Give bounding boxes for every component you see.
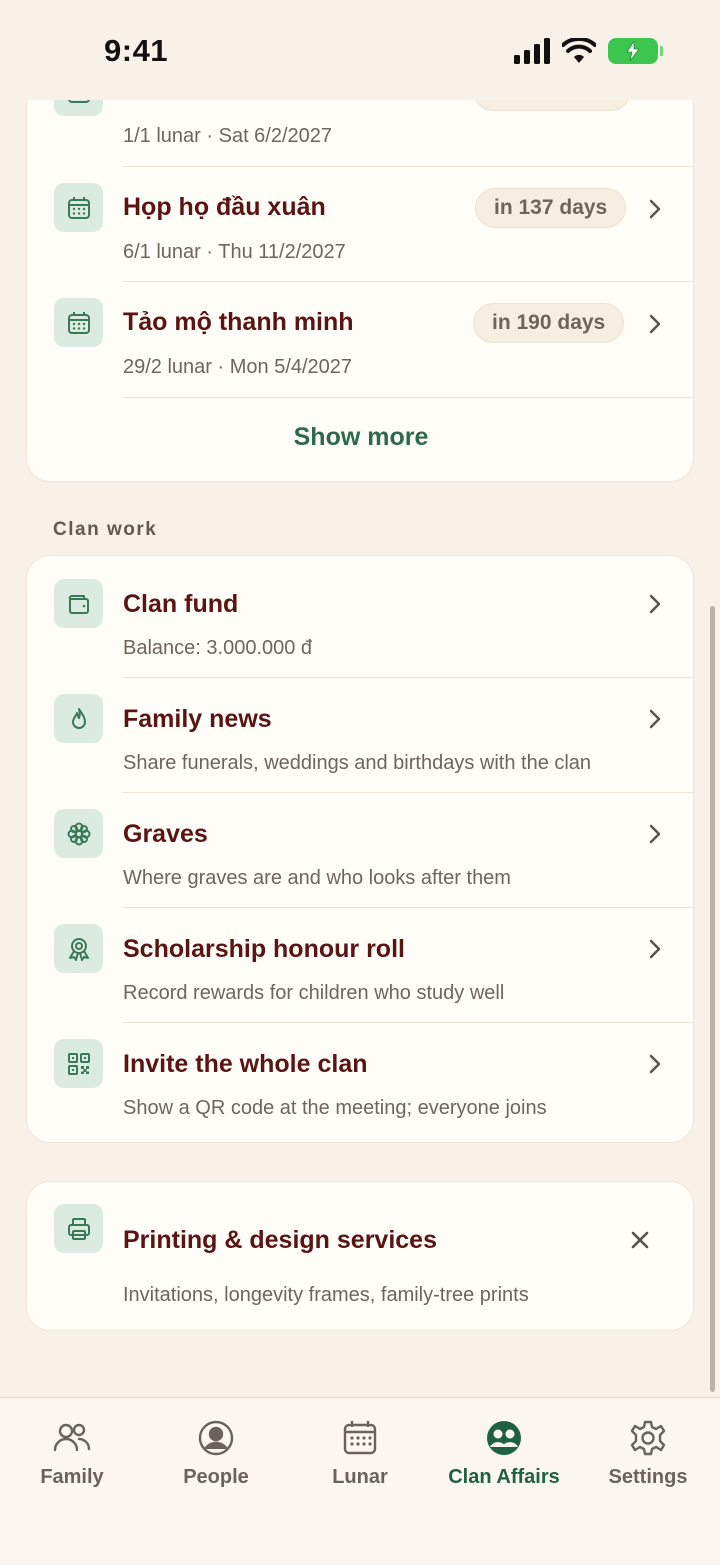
tab-clan-affairs[interactable]: Clan Affairs [432, 1418, 576, 1489]
gear-icon [630, 1420, 666, 1456]
person-circle-icon [198, 1420, 234, 1456]
divider [123, 397, 693, 398]
chevron-right-icon [649, 939, 661, 959]
chevron-right-icon [649, 594, 661, 614]
calendar-icon [54, 298, 103, 347]
event-subtitle: 1/1 lunar · Sat 6/2/2027 [123, 125, 333, 147]
event-countdown-badge: in 137 days [475, 188, 627, 228]
battery-icon [608, 38, 663, 64]
tab-label: Clan Affairs [448, 1466, 560, 1488]
chevron-right-icon [649, 199, 661, 219]
event-subtitle: 29/2 lunar · Mon 5/4/2027 [123, 356, 353, 378]
clan-work-item-graves[interactable]: Graves Where graves are and who looks af… [27, 793, 693, 908]
tab-label: Lunar [332, 1466, 388, 1488]
events-card: 1/1 lunar · Sat 6/2/2027 Họp họ đầu xuân… [26, 60, 694, 482]
chevron-right-icon [649, 824, 661, 844]
promo-row: Printing & design services Invitations, … [27, 1182, 693, 1330]
item-title: Clan fund [123, 590, 239, 618]
show-more-button[interactable]: Show more [27, 423, 693, 452]
section-header-clan-work: Clan work [53, 519, 158, 540]
printer-icon [54, 1204, 103, 1253]
event-row[interactable]: Họp họ đầu xuân in 137 days 6/1 lunar · … [27, 167, 693, 282]
tab-label: Family [40, 1466, 104, 1488]
item-title: Scholarship honour roll [123, 935, 405, 963]
tab-bar: Family People Lunar Clan Affairs Setting… [0, 1397, 720, 1565]
event-countdown-badge: in 190 days [473, 303, 625, 343]
tab-people[interactable]: People [144, 1418, 288, 1489]
award-ribbon-icon [54, 924, 103, 973]
status-time: 9:41 [104, 33, 169, 68]
scrollbar[interactable] [710, 606, 715, 1392]
event-title: Họp họ đầu xuân [123, 193, 326, 221]
status-bar: 9:41 [0, 0, 720, 100]
item-title: Invite the whole clan [123, 1050, 368, 1078]
wifi-icon [562, 38, 596, 63]
item-title: Graves [123, 820, 208, 848]
promo-title: Printing & design services [123, 1226, 437, 1254]
flower-icon [54, 809, 103, 858]
chevron-right-icon [649, 314, 661, 334]
calendar-icon [54, 183, 103, 232]
clan-work-item-family-news[interactable]: Family news Share funerals, weddings and… [27, 678, 693, 793]
item-title: Family news [123, 705, 272, 733]
item-subtitle: Balance: 3.000.000 đ [123, 637, 313, 659]
clan-work-item-clan-fund[interactable]: Clan fund Balance: 3.000.000 đ [27, 556, 693, 678]
item-subtitle: Where graves are and who looks after the… [123, 867, 511, 889]
clan-group-icon [487, 1421, 521, 1455]
close-icon[interactable] [629, 1229, 651, 1251]
event-title: Tảo mộ thanh minh [123, 308, 354, 336]
clan-work-item-scholarship[interactable]: Scholarship honour roll Record rewards f… [27, 908, 693, 1023]
clan-work-item-invite[interactable]: Invite the whole clan Show a QR code at … [27, 1023, 693, 1142]
tab-family[interactable]: Family [0, 1418, 144, 1489]
promo-subtitle: Invitations, longevity frames, family-tr… [123, 1284, 529, 1306]
cellular-signal-icon [514, 38, 550, 64]
tab-label: Settings [608, 1466, 688, 1488]
event-subtitle: 6/1 lunar · Thu 11/2/2027 [123, 241, 346, 263]
users-icon [53, 1423, 91, 1452]
flame-icon [54, 694, 103, 743]
tab-lunar[interactable]: Lunar [288, 1418, 432, 1489]
item-subtitle: Record rewards for children who study we… [123, 982, 505, 1004]
item-subtitle: Show a QR code at the meeting; everyone … [123, 1097, 547, 1119]
qr-code-icon [54, 1039, 103, 1088]
event-row[interactable]: Tảo mộ thanh minh in 190 days 29/2 lunar… [27, 282, 693, 398]
item-subtitle: Share funerals, weddings and birthdays w… [123, 752, 592, 774]
wallet-icon [54, 579, 103, 628]
tab-label: People [183, 1466, 249, 1488]
status-icons [514, 38, 663, 64]
clan-work-card: Clan fund Balance: 3.000.000 đ Family ne… [26, 555, 694, 1143]
calendar-icon [343, 1421, 377, 1455]
chevron-right-icon [649, 1054, 661, 1074]
printing-services-card[interactable]: Printing & design services Invitations, … [26, 1181, 694, 1331]
chevron-right-icon [649, 709, 661, 729]
tab-settings[interactable]: Settings [576, 1418, 720, 1489]
